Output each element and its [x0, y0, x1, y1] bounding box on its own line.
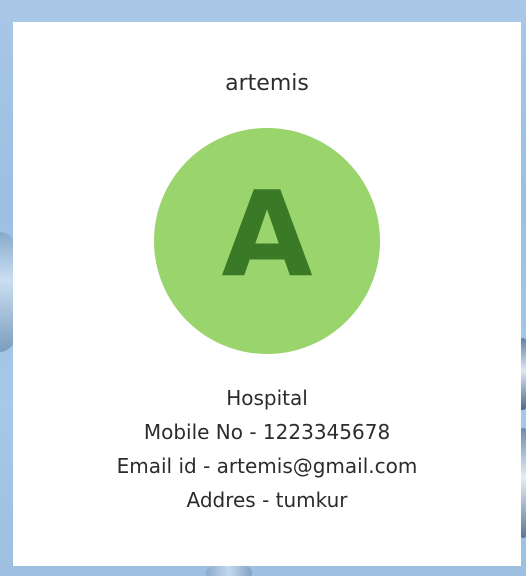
mobile-number: Mobile No - 1223345678: [143, 420, 391, 444]
address: Addres - tumkur: [186, 488, 348, 512]
email-address: Email id - artemis@gmail.com: [116, 454, 418, 478]
background-decoration-bottom: [206, 566, 252, 576]
avatar: A: [154, 128, 380, 354]
profile-details: Hospital Mobile No - 1223345678 Email id…: [13, 381, 521, 517]
avatar-letter: A: [221, 165, 313, 303]
profile-card: artemis A Hospital Mobile No - 122334567…: [13, 22, 521, 566]
profile-name: artemis: [225, 71, 309, 96]
profile-type: Hospital: [226, 386, 308, 410]
